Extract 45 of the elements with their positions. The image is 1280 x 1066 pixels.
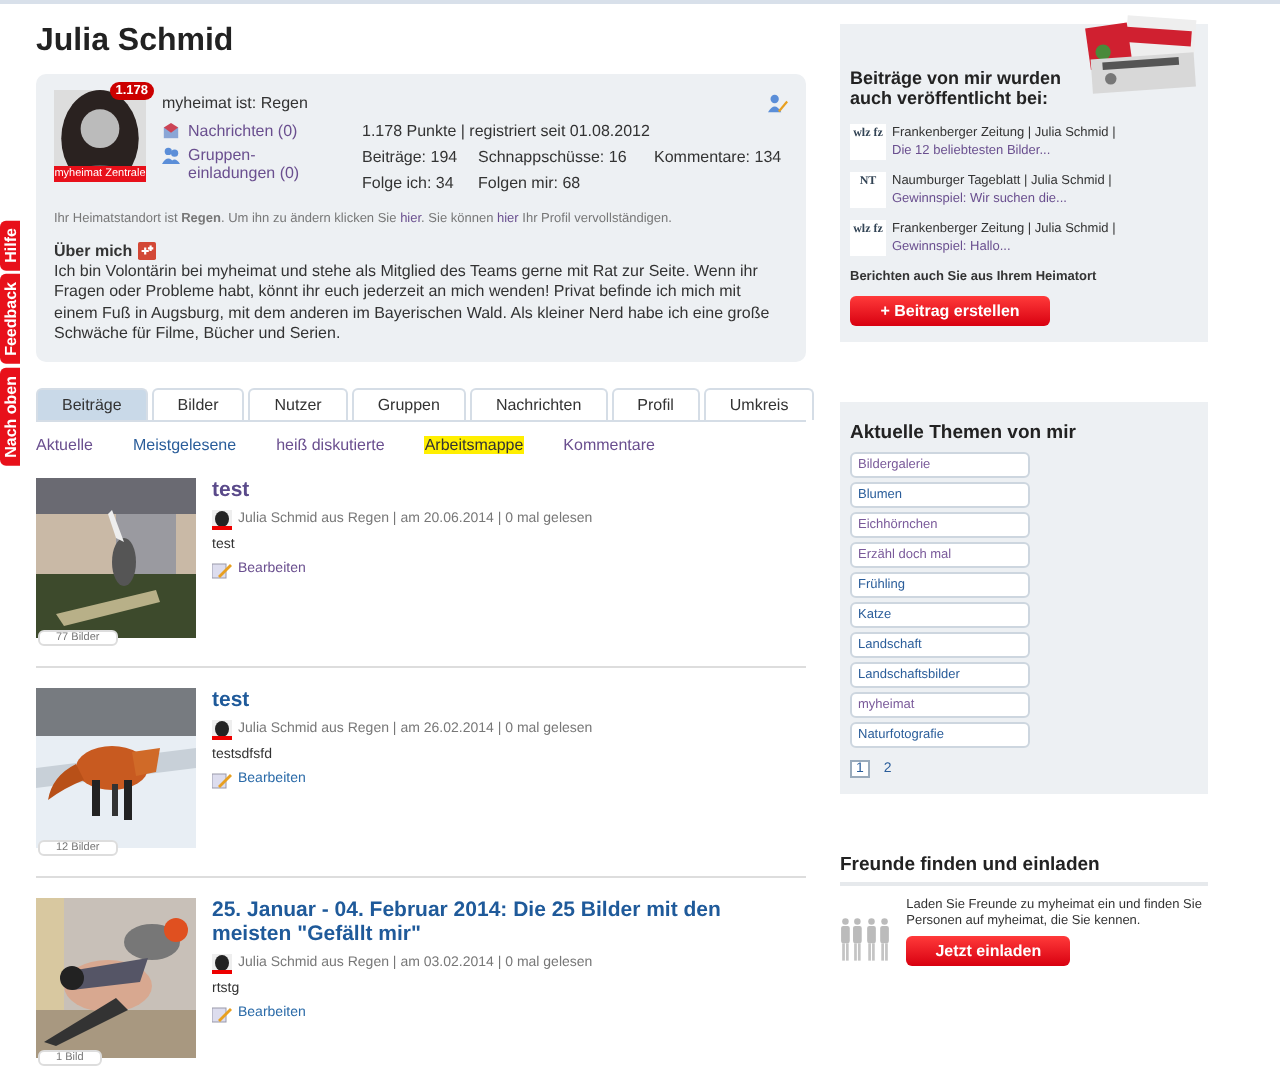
page-title: Julia Schmid xyxy=(36,24,236,60)
panel-title: Aktuelle Themen von mir xyxy=(850,421,1076,444)
side-tab[interactable]: Nach oben xyxy=(0,368,20,467)
tab[interactable]: Umkreis xyxy=(703,387,815,420)
invite-button[interactable]: Jetzt einladen xyxy=(906,936,1071,967)
tab[interactable]: Profil xyxy=(611,387,700,420)
stat-text: Folgen mir: 68 xyxy=(478,174,583,192)
stat-text: Schnappschüsse: 16 xyxy=(478,148,629,166)
edit-icon[interactable] xyxy=(212,1003,232,1024)
about-text: Ich bin Volontärin bei myheimat und stehe als Mitglied des Teams gerne mit Rat zur Seite. Wenn ihr Fragen oder Probleme habt, könnt ihr euch jederzeit an mich wenden! Privat befinde ich mich mit einem Fuß in Augsburg, mit dem anderen im Bayerischen Wald. Als kleiner Nerd habe ich eine große Schwäche für Filme, Bücher und Serien. xyxy=(54,262,772,346)
home-town: myheimat ist: Regen xyxy=(162,94,308,112)
panel-title: Beiträge von mir wurden auch veröffentlicht bei: xyxy=(850,68,1064,108)
filter-link[interactable]: Aktuelle xyxy=(36,435,93,454)
user-avatar-icon xyxy=(212,953,232,974)
post-title-link[interactable]: test xyxy=(212,687,593,712)
messages-link[interactable]: Nachrichten (0) xyxy=(162,122,322,140)
create-post-button[interactable]: + Beitrag erstellen xyxy=(850,295,1050,326)
about-title: Über mich xyxy=(54,242,133,260)
user-avatar-icon xyxy=(212,719,232,740)
tab[interactable]: Bilder xyxy=(151,387,245,420)
tab[interactable]: Beiträge xyxy=(36,387,148,420)
edit-profile-icon[interactable] xyxy=(768,94,788,114)
post-title-link[interactable]: 25. Januar - 04. Februar 2014: Die 25 Bilder mit den meisten "Gefällt mir" xyxy=(212,897,806,946)
filter-link[interactable]: Arbeitsmappe xyxy=(424,435,524,454)
filter-link[interactable]: Kommentare xyxy=(563,435,655,454)
tab[interactable]: Nachrichten xyxy=(469,387,608,420)
stat-text: Folge ich: 34 xyxy=(362,174,456,192)
stat-text: Beiträge: 194 xyxy=(362,148,460,166)
mail-icon xyxy=(162,122,180,140)
user-avatar-icon xyxy=(212,509,232,530)
stat-text: Kommentare: 134 xyxy=(654,148,784,166)
group-invitations-link[interactable]: Gruppen-einladungen (0) xyxy=(162,146,322,182)
filter-link[interactable]: Meistgelesene xyxy=(132,435,237,454)
filter-link[interactable]: heiß diskutierte xyxy=(276,435,385,454)
edit-icon[interactable] xyxy=(212,559,232,580)
points-registration: 1.178 Punkte | registriert seit 01.08.2012 xyxy=(362,122,652,140)
section-title: Freunde finden und einladen xyxy=(840,853,1208,886)
tab[interactable]: Gruppen xyxy=(351,387,466,420)
google-plus-icon[interactable] xyxy=(138,242,157,260)
side-tab[interactable]: Hilfe xyxy=(0,220,20,271)
side-tab[interactable]: Feedback xyxy=(0,274,20,365)
group-icon xyxy=(162,146,180,164)
tab[interactable]: Nutzer xyxy=(248,387,348,420)
post-title-link[interactable]: test xyxy=(212,477,593,502)
edit-icon[interactable] xyxy=(212,769,232,790)
